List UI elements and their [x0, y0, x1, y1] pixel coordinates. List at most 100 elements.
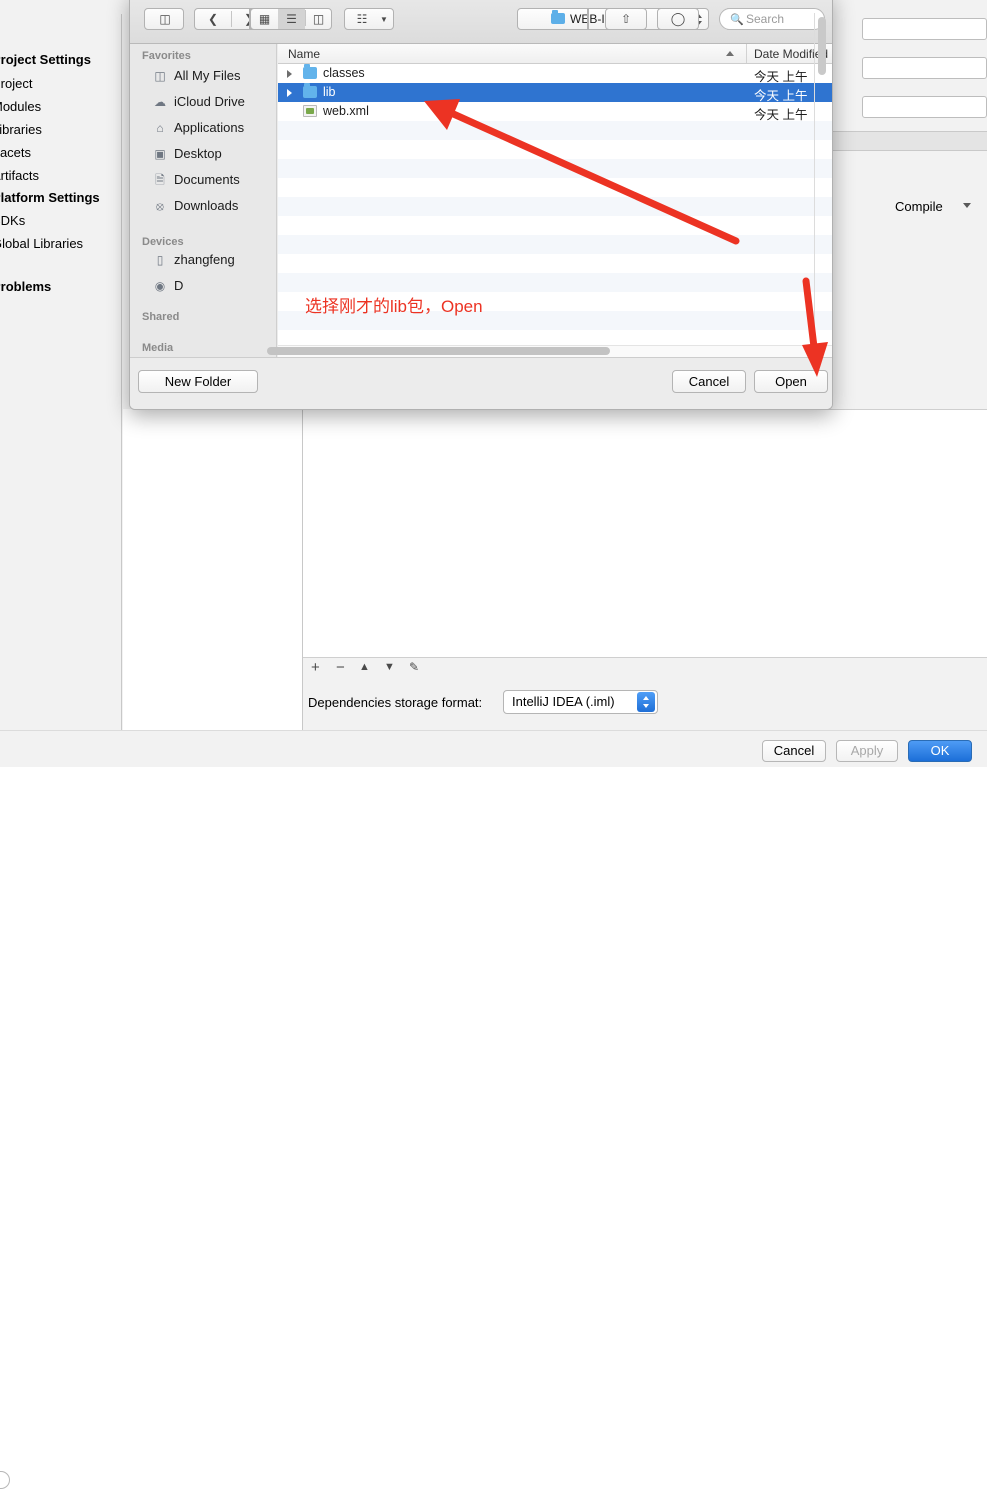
sidebar-item-label: iCloud Drive: [174, 94, 245, 109]
disk-icon: ◉: [154, 279, 166, 293]
sidebar-toggle-button[interactable]: ◫: [144, 8, 184, 30]
empty-row: [278, 254, 832, 273]
sidebar-item-label: Desktop: [174, 146, 222, 161]
file-name: lib: [323, 85, 336, 99]
module-field-3[interactable]: [862, 96, 987, 118]
empty-row: [278, 273, 832, 292]
sidebar-item-global-libraries[interactable]: Global Libraries: [0, 236, 83, 251]
empty-row: [278, 216, 832, 235]
annotation-note: 选择刚才的lib包，Open: [305, 297, 483, 316]
icloud-icon: ☁: [154, 95, 166, 109]
share-icon[interactable]: ⇧: [605, 8, 647, 30]
arrange-by-icon: ☷: [356, 12, 368, 26]
sidebar-item-modules[interactable]: Modules: [0, 99, 41, 114]
dependencies-list[interactable]: [303, 409, 987, 658]
dependencies-format-row: Dependencies storage format: IntelliJ ID…: [303, 690, 987, 716]
ok-button[interactable]: OK: [908, 740, 972, 762]
folder-icon: [551, 10, 565, 24]
sidebar-item-label: Downloads: [174, 198, 239, 213]
empty-row: [278, 140, 832, 159]
empty-row: [278, 197, 832, 216]
sidebar-item-label: D: [174, 278, 184, 293]
empty-row: [278, 178, 832, 197]
dependencies-toolbar: + − ▲ ▼ ✎: [303, 658, 987, 682]
dependencies-format-value: IntelliJ IDEA (.iml): [512, 694, 615, 709]
open-dialog-toolbar: ◫ ❮ ❯ ▦ ☰ ◫ ☷ ▼ WEB-INF ⇧: [130, 0, 832, 44]
chevron-down-icon: ▼: [380, 14, 388, 24]
search-input[interactable]: 🔍 Search: [719, 8, 825, 30]
file-list-header[interactable]: Name Date Modified: [278, 44, 832, 64]
empty-row: [278, 121, 832, 140]
table-row[interactable]: lib 今天 上午: [278, 83, 832, 103]
minus-icon[interactable]: −: [336, 659, 345, 676]
dependencies-format-select[interactable]: IntelliJ IDEA (.iml): [503, 690, 658, 714]
sidebar-group-project-settings: Project Settings: [0, 52, 91, 67]
file-open-dialog: ◫ ❮ ❯ ▦ ☰ ◫ ☷ ▼ WEB-INF ⇧: [129, 0, 833, 410]
tag-icon[interactable]: ◯: [657, 8, 699, 30]
disclosure-triangle-icon[interactable]: [287, 89, 292, 97]
plus-icon[interactable]: +: [311, 659, 320, 676]
sidebar-group-platform-settings: Platform Settings: [0, 190, 100, 205]
desktop-icon: ▣: [154, 147, 166, 161]
move-up-icon[interactable]: ▲: [359, 661, 370, 673]
vertical-scrollbar[interactable]: [818, 17, 826, 75]
all-my-files-icon: ◫: [154, 69, 166, 83]
sidebar-group-shared: Shared: [142, 311, 180, 323]
open-button[interactable]: Open: [754, 370, 828, 393]
downloads-icon: ⦻: [156, 199, 164, 213]
open-dialog-sidebar: Favorites ◫ All My Files ☁ iCloud Drive …: [130, 44, 277, 357]
apply-button[interactable]: Apply: [836, 740, 898, 762]
sidebar-group-media: Media: [142, 342, 174, 354]
laptop-icon: ▯: [156, 253, 164, 267]
dialog-button-bar: Cancel Apply OK: [0, 730, 987, 1489]
cancel-button[interactable]: Cancel: [672, 370, 746, 393]
move-down-icon[interactable]: ▼: [384, 661, 395, 673]
empty-row: [278, 159, 832, 178]
column-view-icon[interactable]: ◫: [305, 9, 332, 29]
divider: [746, 44, 747, 63]
project-structure-sidebar: Project Settings Project Modules Librari…: [0, 14, 122, 730]
folder-icon: [303, 64, 317, 79]
column-header-name[interactable]: Name: [288, 47, 320, 61]
table-row[interactable]: web.xml 今天 上午: [278, 102, 832, 122]
scope-combo[interactable]: Compile: [895, 199, 971, 214]
sidebar-group-devices: Devices: [142, 236, 184, 248]
sidebar-item-facets[interactable]: Facets: [0, 145, 31, 160]
disclosure-triangle-icon[interactable]: [287, 70, 292, 78]
sidebar-item-label: Documents: [174, 172, 240, 187]
horizontal-scrollbar[interactable]: [267, 347, 610, 355]
open-dialog-footer: New Folder Cancel Open: [130, 357, 832, 409]
empty-row: [278, 235, 832, 254]
list-view-icon[interactable]: ☰: [278, 9, 305, 29]
dependencies-format-label: Dependencies storage format:: [308, 695, 483, 710]
documents-icon: 🗎: [155, 173, 165, 187]
arrange-by-button[interactable]: ☷ ▼: [344, 8, 394, 30]
edit-icon[interactable]: ✎: [409, 660, 419, 674]
sidebar-item-project[interactable]: Project: [0, 76, 32, 91]
sidebar-item-sdks[interactable]: SDKs: [0, 213, 25, 228]
back-icon[interactable]: ❮: [195, 9, 231, 29]
sidebar-item-label: zhangfeng: [174, 252, 235, 267]
module-field-2[interactable]: [862, 57, 987, 79]
sidebar-item-libraries[interactable]: Libraries: [0, 122, 42, 137]
column-header-date-modified[interactable]: Date Modified: [754, 47, 828, 61]
search-placeholder: Search: [746, 12, 785, 26]
stepper-icon[interactable]: [637, 692, 655, 712]
table-row[interactable]: classes 今天 上午: [278, 64, 832, 84]
chevron-down-icon: [963, 203, 971, 208]
sidebar-item-artifacts[interactable]: Artifacts: [0, 168, 39, 183]
module-field-1[interactable]: [862, 18, 987, 40]
sidebar-toggle-icon: ◫: [159, 12, 171, 26]
sidebar-item-label: All My Files: [174, 68, 241, 83]
sort-ascending-icon: [726, 51, 734, 56]
new-folder-button[interactable]: New Folder: [138, 370, 258, 393]
sidebar-group-favorites: Favorites: [142, 50, 191, 62]
search-icon: 🔍: [730, 14, 744, 26]
icon-view-icon[interactable]: ▦: [251, 9, 278, 29]
sidebar-group-problems: Problems: [0, 279, 52, 294]
cancel-button[interactable]: Cancel: [762, 740, 826, 762]
applications-icon: ⌂: [156, 121, 164, 135]
divider: [814, 13, 815, 357]
help-button[interactable]: [0, 1471, 10, 1489]
xml-file-icon: [303, 105, 317, 117]
